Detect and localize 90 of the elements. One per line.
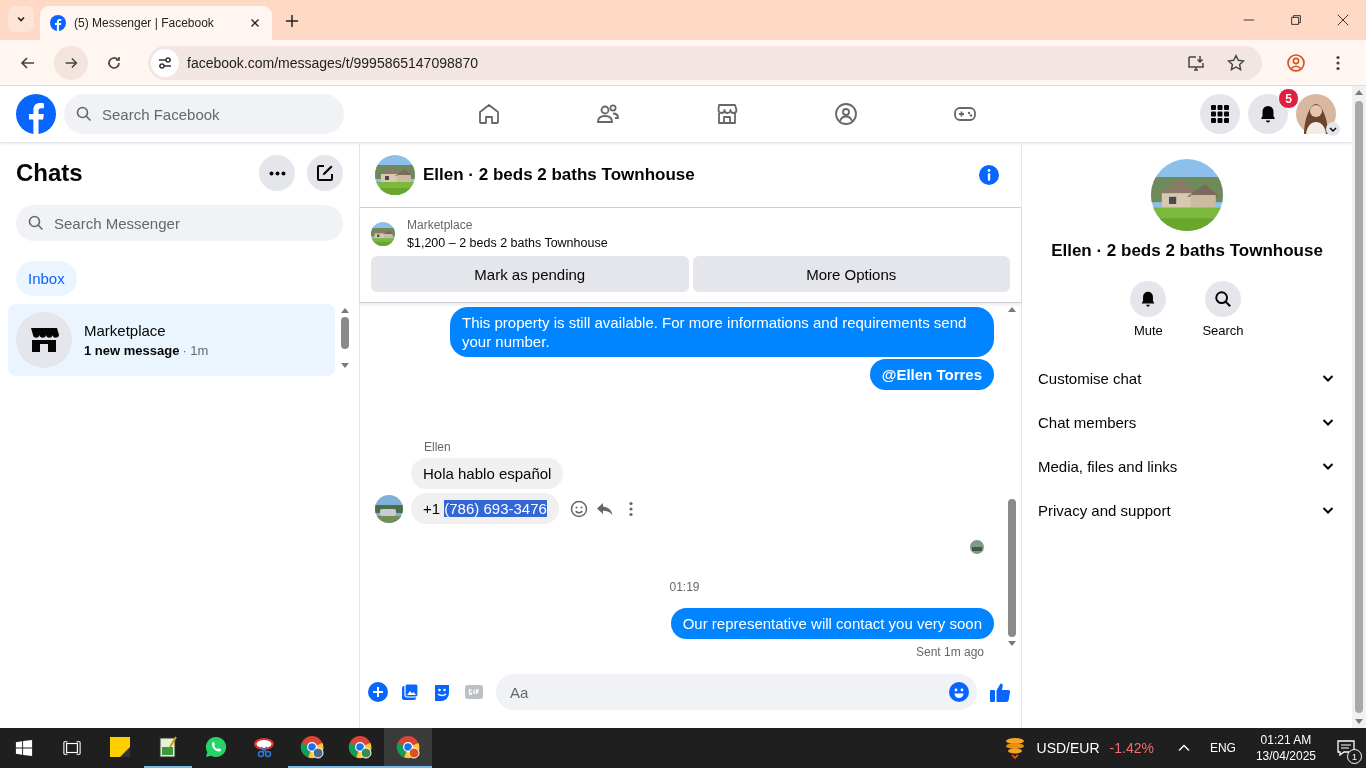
message-preview: 1 new message (84, 343, 180, 358)
delivery-status: Sent 1m ago (915, 645, 984, 659)
listing-action-button[interactable]: More Options (692, 256, 1010, 292)
search-icon (28, 215, 44, 231)
emoji-icon[interactable] (949, 682, 969, 702)
new-message-button[interactable] (307, 155, 343, 191)
search-button[interactable] (1205, 281, 1241, 317)
facebook-logo-icon[interactable] (16, 94, 56, 134)
browser-icon (300, 735, 324, 759)
received-message: Hola hablo español (411, 458, 564, 489)
sent-message: @Ellen Torres (869, 359, 994, 390)
clock-date[interactable]: 13/04/2025 (1255, 749, 1316, 763)
notification-count: 5 (1278, 88, 1299, 109)
message-time: · 1m (182, 343, 209, 358)
search-input[interactable]: Search Messenger (52, 213, 331, 233)
received-message: +1 (786) 693-3476 (411, 493, 559, 524)
listing-action-button[interactable]: Mark as pending (371, 256, 689, 292)
star-icon[interactable] (1226, 52, 1246, 73)
store-avatar-icon (16, 312, 72, 368)
currency-change: -1.42% (1109, 740, 1154, 756)
sent-message: Our representative will contact you very soon (670, 608, 994, 639)
more-icon (268, 170, 286, 176)
mute-button[interactable] (1130, 281, 1167, 317)
menu-button[interactable] (1200, 94, 1240, 134)
message-field[interactable]: Aa (496, 674, 977, 710)
url-text: facebook.com/messages/t/9995865147098870 (187, 54, 479, 71)
action-label: Search (1202, 323, 1244, 338)
new-tab-icon[interactable] (284, 13, 300, 29)
store-icon[interactable] (715, 102, 739, 126)
browser-tab[interactable]: (5) Messenger | Facebook (40, 6, 272, 40)
section-header[interactable]: Privacy and support (1030, 488, 1344, 532)
profile-icon[interactable] (1286, 52, 1306, 73)
restore-icon[interactable] (1289, 13, 1303, 27)
section-header[interactable]: Media, files and links (1030, 444, 1344, 488)
sticky-note-icon (108, 735, 132, 759)
search-field[interactable]: Search Messenger (16, 205, 343, 241)
notification-count: 1 (1347, 749, 1362, 764)
profile-avatar[interactable] (1296, 94, 1336, 134)
clock-time[interactable]: 01:21 AM (1260, 733, 1312, 747)
language-indicator[interactable]: ENG (1209, 741, 1236, 755)
info-icon[interactable] (979, 165, 999, 185)
forward-button[interactable] (54, 45, 88, 80)
action-center-icon[interactable] (1336, 738, 1356, 758)
search-icon (76, 106, 92, 122)
close-icon[interactable] (1336, 13, 1350, 27)
browser-icon (396, 735, 420, 759)
sent-message: This property is still available. For more informations and requirements send your number. (450, 307, 994, 357)
message-input[interactable]: Aa (508, 682, 941, 702)
contact-name: Ellen · 2 beds 2 baths Townhouse (1051, 241, 1323, 261)
plus-icon[interactable] (368, 682, 388, 702)
grid-icon (1210, 104, 1230, 124)
search-icon (1214, 290, 1232, 308)
browser-icon (348, 735, 372, 759)
home-icon[interactable] (477, 102, 501, 126)
chats-heading: Chats (16, 159, 83, 187)
conversation-item[interactable]: Marketplace 1 new message · 1m (8, 304, 335, 376)
filter-chip[interactable]: Inbox (16, 261, 77, 296)
currency-pair: USD/EUR (1036, 740, 1100, 756)
conversation-title: Ellen · 2 beds 2 baths Townhouse (423, 165, 695, 185)
seen-avatar-icon (970, 540, 984, 554)
scissors-icon (252, 735, 276, 759)
chat-icon (204, 735, 228, 759)
groups-icon[interactable] (834, 102, 858, 126)
bell-icon (1258, 104, 1278, 124)
timestamp: 01:19 (669, 580, 700, 594)
smiley-icon[interactable] (568, 498, 589, 519)
search-input[interactable]: Search Facebook (100, 104, 332, 124)
chevron-down-icon[interactable] (1326, 122, 1340, 136)
sender-name: Ellen (424, 440, 452, 454)
image-icon[interactable] (400, 682, 420, 702)
friends-icon[interactable] (596, 102, 620, 126)
section-header[interactable]: Chat members (1030, 400, 1344, 444)
notepad-icon (156, 735, 180, 759)
listing-source: Marketplace (407, 218, 474, 232)
action-label: Mute (1133, 323, 1163, 338)
notifications-button[interactable] (1248, 94, 1288, 134)
site-settings-icon[interactable] (151, 48, 179, 77)
like-icon[interactable] (989, 681, 1011, 703)
tab-title: (5) Messenger | Facebook (74, 16, 215, 30)
scrollbar[interactable] (1352, 86, 1366, 728)
more-options-button[interactable] (259, 155, 295, 191)
conversation-name: Marketplace (84, 322, 167, 339)
search-field[interactable]: Search Facebook (64, 94, 344, 134)
sticker-icon[interactable] (432, 682, 452, 702)
taskbar-app[interactable] (384, 728, 432, 768)
section-header[interactable]: Customise chat (1030, 356, 1344, 400)
compose-icon (315, 163, 335, 183)
address-bar[interactable]: facebook.com/messages/t/9995865147098870 (148, 45, 1262, 80)
facebook-logo-icon (50, 15, 66, 31)
listing-summary: $1,200 – 2 beds 2 baths Townhouse (407, 236, 608, 250)
